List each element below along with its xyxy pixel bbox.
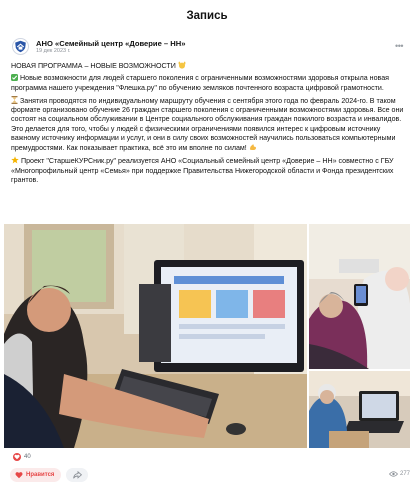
photo-bottom-right[interactable] <box>309 371 410 448</box>
photo-main-image <box>4 224 307 448</box>
views-counter: 277 <box>388 471 410 477</box>
logo-icon <box>15 40 26 53</box>
check-icon <box>11 74 18 82</box>
post-author: АНО «Семейный центр «Доверие – НН» 19 де… <box>12 38 185 55</box>
raising-hands-icon <box>178 61 186 69</box>
eye-icon <box>388 471 398 477</box>
paragraph-2: Занятия проводятся по индивидуальному ма… <box>11 96 404 152</box>
author-name[interactable]: АНО «Семейный центр «Доверие – НН» <box>36 39 185 48</box>
avatar[interactable] <box>12 38 29 55</box>
star-icon <box>11 156 19 164</box>
photo-bottom-right-image <box>309 371 410 448</box>
views-count: 277 <box>399 471 410 477</box>
paragraph-3: Проект "СтаршеКУРСник.ру" реализуется АН… <box>11 157 394 184</box>
post-actions: Нравится <box>10 468 89 482</box>
heart-icon <box>15 472 23 479</box>
top-bar: Запись <box>0 0 414 32</box>
share-icon <box>73 471 82 479</box>
photo-top-right[interactable] <box>309 224 410 369</box>
hourglass-icon <box>11 96 18 104</box>
muscle-icon <box>249 144 256 151</box>
likes-summary[interactable]: 40 <box>13 453 31 461</box>
photo-top-right-image <box>309 224 410 369</box>
likes-count: 40 <box>24 454 31 460</box>
photo-gallery <box>4 224 410 448</box>
photo-main[interactable] <box>4 224 307 448</box>
post-date[interactable]: 19 дек 2023 г. <box>36 48 185 55</box>
like-button[interactable]: Нравится <box>10 468 62 482</box>
post-card: АНО «Семейный центр «Доверие – НН» 19 де… <box>4 34 410 485</box>
post-heading: НОВАЯ ПРОГРАММА – НОВЫЕ ВОЗМОЖНОСТИ <box>11 62 176 70</box>
page-title: Запись <box>186 10 228 22</box>
like-label: Нравится <box>26 472 55 478</box>
heart-icon <box>13 453 21 461</box>
post-text: НОВАЯ ПРОГРАММА – НОВЫЕ ВОЗМОЖНОСТИ Новы… <box>11 61 406 188</box>
paragraph-1: Новые возможности для людей старшего пок… <box>11 74 390 92</box>
more-icon[interactable]: ••• <box>395 41 403 51</box>
share-button[interactable] <box>66 468 89 482</box>
